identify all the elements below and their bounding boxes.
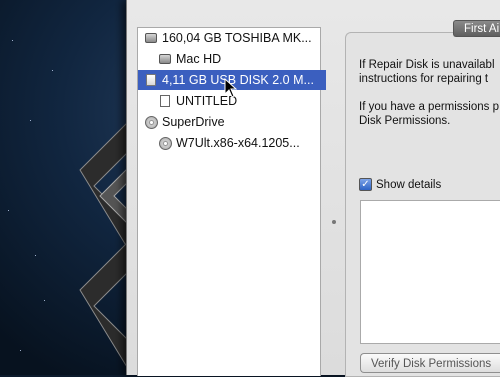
- sidebar-item-toshiba-disk[interactable]: 160,04 GB TOSHIBA MK...: [138, 28, 326, 48]
- disk-utility-window: 160,04 GB TOSHIBA MK... Mac HD 4,11 GB U…: [126, 0, 500, 377]
- split-view-handle[interactable]: [332, 220, 336, 224]
- mouse-pointer-icon: [224, 78, 238, 98]
- usb-disk-icon: [144, 73, 158, 87]
- info-line: instructions for repairing t: [359, 73, 489, 85]
- sidebar-item-label: Mac HD: [176, 52, 222, 66]
- info-line: Disk Permissions.: [359, 115, 451, 127]
- show-details-label: Show details: [376, 178, 442, 191]
- first-aid-info-text: If Repair Disk is unavailabl instruction…: [359, 58, 500, 142]
- optical-drive-icon: [144, 115, 158, 129]
- volume-icon: [158, 52, 172, 66]
- sidebar-item-label: W7Ult.x86-x64.1205...: [176, 136, 300, 150]
- verify-disk-permissions-button[interactable]: Verify Disk Permissions: [360, 353, 500, 373]
- sidebar-item-mac-hd[interactable]: Mac HD: [138, 49, 340, 69]
- sidebar-item-disc-image[interactable]: W7Ult.x86-x64.1205...: [138, 133, 340, 153]
- info-line: If you have a permissions p: [359, 101, 499, 113]
- details-log-area[interactable]: [360, 200, 500, 344]
- sidebar-item-label: 160,04 GB TOSHIBA MK...: [162, 31, 312, 45]
- sidebar-item-untitled[interactable]: UNTITLED: [138, 91, 340, 111]
- disc-image-icon: [158, 136, 172, 150]
- hard-disk-icon: [144, 31, 158, 45]
- volume-icon: [158, 94, 172, 108]
- show-details-option[interactable]: ✓ Show details: [359, 178, 441, 191]
- chevron-wallpaper-graphic: [79, 119, 130, 373]
- sidebar-item-label: SuperDrive: [162, 115, 225, 129]
- info-line: If Repair Disk is unavailabl: [359, 59, 495, 71]
- show-details-checkbox[interactable]: ✓: [359, 178, 372, 191]
- sidebar-item-superdrive[interactable]: SuperDrive: [138, 112, 326, 132]
- tab-first-aid[interactable]: First Ai: [453, 20, 500, 37]
